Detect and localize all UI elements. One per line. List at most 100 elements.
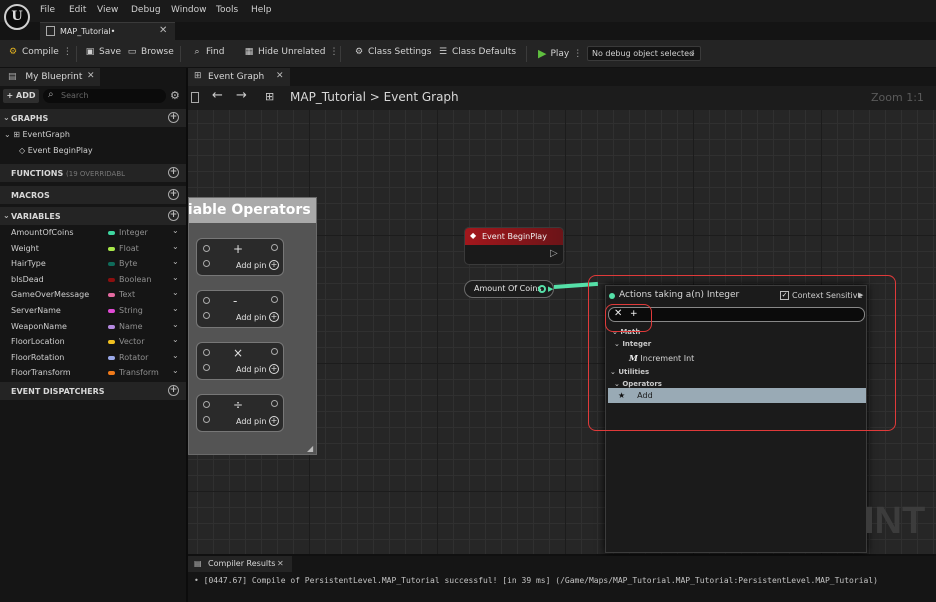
add-macro-icon[interactable]: + <box>168 189 179 200</box>
back-arrow-icon[interactable]: ← <box>212 88 223 103</box>
variable-row[interactable]: GameOverMessage Text ⌄ <box>0 288 186 304</box>
add-pin-plus-icon[interactable]: + <box>269 260 279 270</box>
input-pin-icon[interactable] <box>203 297 210 304</box>
amount-of-coins-getter-node[interactable]: Amount Of Coins ▶ <box>464 280 554 298</box>
chevron-down-icon[interactable]: ⌄ <box>172 242 179 251</box>
save-button[interactable]: ▣ Save <box>85 47 121 57</box>
hide-unrelated-button[interactable]: ▦ Hide Unrelated ⋮ <box>244 47 339 57</box>
add-pin-label[interactable]: Add pin <box>236 313 266 322</box>
add-pin-label[interactable]: Add pin <box>236 417 266 426</box>
variable-row[interactable]: bIsDead Boolean ⌄ <box>0 273 186 289</box>
close-icon[interactable]: ✕ <box>159 25 167 36</box>
my-blueprint-tab[interactable]: ▤ My Blueprint ✕ <box>0 68 100 86</box>
input-pin-icon[interactable] <box>203 245 210 252</box>
unreal-logo[interactable]: U <box>4 4 30 30</box>
variable-row[interactable]: FloorTransform Transform ⌄ <box>0 366 186 382</box>
event-beginplay-node[interactable]: ◆ Event BeginPlay ▷ <box>464 227 564 265</box>
event-graph-canvas[interactable]: riable Operators + Add pin + - Add pin + × Add … <box>188 110 936 554</box>
event-graph-tab[interactable]: ⊞ Event Graph ✕ <box>188 68 290 86</box>
close-icon[interactable]: ✕ <box>87 71 95 81</box>
operator-node[interactable]: - Add pin + <box>196 290 284 328</box>
add-pin-label[interactable]: Add pin <box>236 261 266 270</box>
class-defaults-button[interactable]: ☰ Class Defaults <box>438 47 516 57</box>
chevron-down-icon[interactable]: ⌄ <box>172 335 179 344</box>
operator-node[interactable]: + Add pin + <box>196 238 284 276</box>
add-button[interactable]: + ADD <box>3 89 39 103</box>
menu-view[interactable]: View <box>97 5 118 15</box>
more-icon[interactable]: ⋮ <box>63 47 72 57</box>
macros-section-header[interactable]: MACROS + <box>0 186 186 204</box>
document-tab[interactable]: MAP_Tutorial• ✕ <box>40 22 175 40</box>
more-icon[interactable]: ⋮ <box>330 47 339 57</box>
variable-row[interactable]: FloorLocation Vector ⌄ <box>0 335 186 351</box>
output-pin-icon[interactable] <box>271 348 278 355</box>
input-pin-icon[interactable] <box>203 260 210 267</box>
chevron-down-icon[interactable]: ⌄ <box>172 366 179 375</box>
operator-node[interactable]: ÷ Add pin + <box>196 394 284 432</box>
variable-operators-comment[interactable]: riable Operators + Add pin + - Add pin + × Add … <box>188 197 317 455</box>
play-button[interactable]: ▶ Play ⋮ <box>538 47 582 60</box>
exec-pin-icon[interactable]: ▷ <box>550 248 558 259</box>
functions-section-header[interactable]: FUNCTIONS (19 OVERRIDABL + <box>0 164 186 182</box>
event-beginplay-item[interactable]: ◇ Event BeginPlay <box>19 146 93 155</box>
output-pin-icon[interactable] <box>271 296 278 303</box>
variable-row[interactable]: AmountOfCoins Integer ⌄ <box>0 226 186 242</box>
compiler-results-tab[interactable]: ▤ Compiler Results ✕ <box>188 556 292 572</box>
event-graph-item[interactable]: ⌄ ⊞ EventGraph <box>4 130 70 139</box>
close-icon[interactable]: ✕ <box>277 559 284 568</box>
chevron-down-icon[interactable]: ⌄ <box>172 257 179 266</box>
output-pin-icon[interactable] <box>271 400 278 407</box>
variable-name: HairType <box>11 259 46 269</box>
find-button[interactable]: ⌕ Find <box>192 47 224 57</box>
input-pin-icon[interactable] <box>203 416 210 423</box>
integer-pin-icon[interactable] <box>538 285 546 293</box>
chevron-down-icon[interactable]: ⌄ <box>172 320 179 329</box>
add-pin-label[interactable]: Add pin <box>236 365 266 374</box>
class-settings-button[interactable]: ⚙ Class Settings <box>354 47 432 57</box>
add-pin-plus-icon[interactable]: + <box>269 416 279 426</box>
menu-help[interactable]: Help <box>251 5 272 15</box>
add-variable-icon[interactable]: + <box>168 210 179 221</box>
chevron-down-icon[interactable]: ⌄ <box>172 288 179 297</box>
input-pin-icon[interactable] <box>203 312 210 319</box>
breadcrumb-root[interactable]: MAP_Tutorial <box>290 90 366 104</box>
input-pin-icon[interactable] <box>203 349 210 356</box>
search-input[interactable]: ⌕ Search <box>43 89 166 103</box>
variable-row[interactable]: ServerName String ⌄ <box>0 304 186 320</box>
output-pin-icon[interactable] <box>271 244 278 251</box>
menu-edit[interactable]: Edit <box>69 5 86 15</box>
chevron-down-icon[interactable]: ⌄ <box>172 351 179 360</box>
menu-tools[interactable]: Tools <box>216 5 238 15</box>
variable-row[interactable]: Weight Float ⌄ <box>0 242 186 258</box>
browse-button[interactable]: ▭ Browse <box>127 47 174 57</box>
input-pin-icon[interactable] <box>203 364 210 371</box>
variables-section-header[interactable]: ⌄ VARIABLES + <box>0 207 186 225</box>
compile-button[interactable]: ⚙ Compile ⋮ <box>8 47 72 57</box>
chevron-down-icon[interactable]: ⌄ <box>172 273 179 282</box>
add-pin-plus-icon[interactable]: + <box>269 312 279 322</box>
menu-file[interactable]: File <box>40 5 55 15</box>
debug-object-select[interactable]: No debug object selected ⌄ <box>587 46 701 61</box>
bookmark-icon[interactable] <box>191 92 199 103</box>
add-function-icon[interactable]: + <box>168 167 179 178</box>
operator-node[interactable]: × Add pin + <box>196 342 284 380</box>
variable-row[interactable]: HairType Byte ⌄ <box>0 257 186 273</box>
add-dispatcher-icon[interactable]: + <box>168 385 179 396</box>
chevron-down-icon[interactable]: ⌄ <box>172 226 179 235</box>
variable-name: FloorRotation <box>11 352 65 362</box>
add-pin-plus-icon[interactable]: + <box>269 364 279 374</box>
variable-row[interactable]: WeaponName Name ⌄ <box>0 320 186 336</box>
close-icon[interactable]: ✕ <box>276 71 284 81</box>
variable-row[interactable]: FloorRotation Rotator ⌄ <box>0 351 186 367</box>
menu-window[interactable]: Window <box>171 5 207 15</box>
menu-debug[interactable]: Debug <box>131 5 161 15</box>
resize-handle-icon[interactable]: ◢ <box>307 444 313 453</box>
forward-arrow-icon[interactable]: → <box>236 88 247 103</box>
graphs-section-header[interactable]: ⌄ GRAPHS + <box>0 109 186 127</box>
add-graph-icon[interactable]: + <box>168 112 179 123</box>
more-icon[interactable]: ⋮ <box>573 49 582 59</box>
event-dispatchers-section-header[interactable]: EVENT DISPATCHERS + <box>0 382 186 400</box>
input-pin-icon[interactable] <box>203 401 210 408</box>
settings-gear-icon[interactable]: ⚙ <box>170 89 180 102</box>
chevron-down-icon[interactable]: ⌄ <box>172 304 179 313</box>
